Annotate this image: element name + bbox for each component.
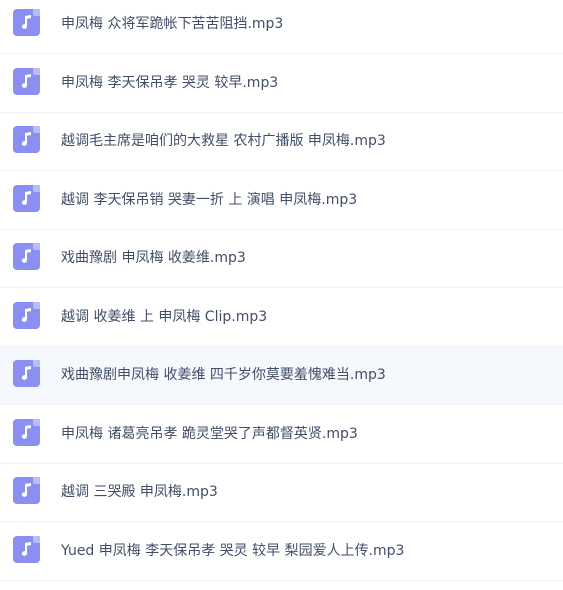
file-name: 申凤梅 诸葛亮吊孝 跪灵堂哭了声都督英贤.mp3 bbox=[61, 426, 358, 442]
file-row[interactable]: 戏曲豫剧申凤梅 收姜维 四千岁你莫要羞愧难当.mp3 bbox=[0, 347, 563, 405]
music-note-icon bbox=[13, 185, 40, 212]
file-row[interactable]: 申凤梅 李天保吊孝 哭灵 较早.mp3 bbox=[0, 55, 563, 113]
file-name: 申凤梅 李天保吊孝 哭灵 较早.mp3 bbox=[61, 75, 279, 91]
music-note-icon bbox=[13, 536, 40, 563]
file-name: 越调 收姜维 上 申凤梅 Clip.mp3 bbox=[61, 309, 268, 325]
music-note-icon bbox=[13, 302, 40, 329]
music-note-icon bbox=[13, 477, 40, 504]
music-note-icon bbox=[13, 360, 40, 387]
file-name: 戏曲豫剧 申凤梅 收姜维.mp3 bbox=[61, 250, 246, 266]
file-name: 越调 三哭殿 申凤梅.mp3 bbox=[61, 484, 218, 500]
file-name: 越调毛主席是咱们的大救星 农村广播版 申凤梅.mp3 bbox=[61, 133, 386, 149]
file-row[interactable]: Yued 申凤梅 李天保吊孝 哭灵 较早 梨园爱人上传.mp3 bbox=[0, 523, 563, 581]
file-name: 申凤梅 众将军跪帐下苦苦阻挡.mp3 bbox=[61, 16, 284, 32]
file-name: 戏曲豫剧申凤梅 收姜维 四千岁你莫要羞愧难当.mp3 bbox=[61, 367, 386, 383]
music-note-icon bbox=[13, 9, 40, 36]
music-note-icon bbox=[13, 126, 40, 153]
music-note-icon bbox=[13, 419, 40, 446]
file-row[interactable]: 越调 三哭殿 申凤梅.mp3 bbox=[0, 464, 563, 522]
music-note-icon bbox=[13, 243, 40, 270]
file-row[interactable]: 戏曲豫剧 申凤梅 收姜维.mp3 bbox=[0, 230, 563, 288]
file-name: Yued 申凤梅 李天保吊孝 哭灵 较早 梨园爱人上传.mp3 bbox=[61, 543, 405, 559]
file-list: 申凤梅 众将军跪帐下苦苦阻挡.mp3 申凤梅 李天保吊孝 哭灵 较早.mp3 越… bbox=[0, 0, 563, 590]
file-name: 越调 李天保吊销 哭妻一折 上 演唱 申凤梅.mp3 bbox=[61, 192, 358, 208]
file-row[interactable]: 申凤梅 众将军跪帐下苦苦阻挡.mp3 bbox=[0, 0, 563, 54]
file-row[interactable]: 越调 李天保吊销 哭妻一折 上 演唱 申凤梅.mp3 bbox=[0, 172, 563, 230]
file-row[interactable]: 越调 收姜维 上 申凤梅 Clip.mp3 bbox=[0, 289, 563, 347]
file-row[interactable]: 申凤梅 诸葛亮吊孝 跪灵堂哭了声都督英贤.mp3 bbox=[0, 406, 563, 464]
file-row[interactable]: 越调毛主席是咱们的大救星 农村广播版 申凤梅.mp3 bbox=[0, 113, 563, 171]
music-note-icon bbox=[13, 68, 40, 95]
